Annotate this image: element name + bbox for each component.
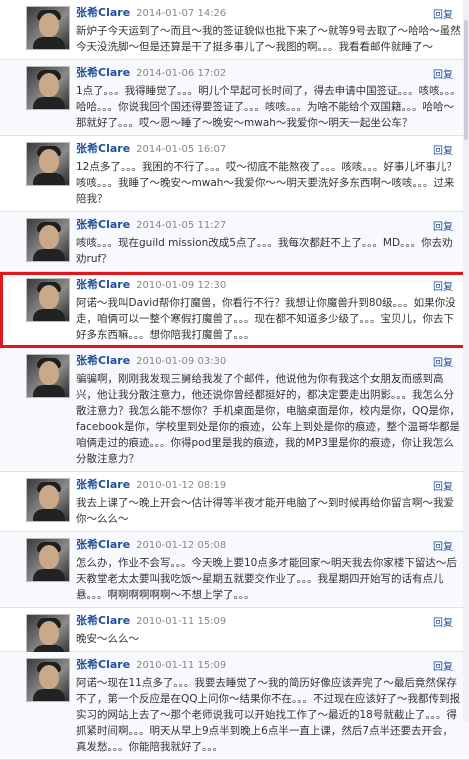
avatar-face xyxy=(39,361,59,385)
author-link[interactable]: 张希Clare xyxy=(76,354,130,367)
avatar-face xyxy=(39,621,59,645)
comment-post: 张希Clare 2010-01-09 03:30 回复骗骗啊，刚刚我发现三舅给我发了… xyxy=(0,348,469,472)
comment-post: 张希Clare 2010-01-12 08:19 回复我去上课了～晚上开会～估计得等… xyxy=(0,472,469,532)
reply-button[interactable]: 回复 xyxy=(433,218,453,233)
author-link[interactable]: 张希Clare xyxy=(76,218,130,231)
reply-button[interactable]: 回复 xyxy=(433,538,453,553)
comment-feed: 张希Clare 2014-01-07 14:26 回复 新炉子今天运到了～而且～我的签… xyxy=(0,0,469,760)
author-link[interactable]: 张希Clare xyxy=(76,658,130,671)
post-content: 我去上课了～晚上开会～估计得等半夜才能开电脑了～到时候再给你留言啊～我爱你～么么… xyxy=(76,497,454,525)
avatar[interactable] xyxy=(26,658,70,702)
avatar-body xyxy=(33,37,65,49)
post-content: 咳咳。。。现在guild mission改成5点了。。。我每次都赶不上了。。。M… xyxy=(76,237,453,265)
avatar[interactable] xyxy=(26,278,70,322)
avatar-body xyxy=(33,385,65,397)
comment-post: 张希Clare 2014-01-05 11:27 回复咳咳。。。现在guild mi… xyxy=(0,212,469,272)
author-link[interactable]: 张希Clare xyxy=(76,538,130,551)
avatar-body xyxy=(33,173,65,185)
avatar-face xyxy=(39,545,59,569)
avatar-body xyxy=(33,569,65,581)
post-content: 骗骗啊，刚刚我发现三舅给我发了个邮件，他说他为你有我这个女朋友而感到高兴，他让我… xyxy=(76,373,461,465)
post-content: 12点多了。。。我困的不行了。。。哎～彻底不能熬夜了。。。咳咳。。。好事儿坏事儿… xyxy=(76,161,457,205)
avatar-body xyxy=(33,249,65,261)
comment-post: 张希Clare 2010-01-11 15:09 回复阿诺～现在11点多了。。。我要… xyxy=(0,652,469,760)
comment-post: 张希Clare 2014-01-06 17:02 回复 1点了。。。我得睡觉了。。。明… xyxy=(0,60,469,136)
post-meta: 张希Clare 2014-01-06 17:02 xyxy=(76,66,461,80)
author-link[interactable]: 张希Clare xyxy=(76,478,130,491)
avatar-face xyxy=(39,13,59,37)
reply-button[interactable]: 回复 xyxy=(433,478,453,493)
timestamp: 2014-01-05 16:07 xyxy=(136,144,227,155)
timestamp: 2010-01-12 05:08 xyxy=(136,540,227,551)
author-link[interactable]: 张希Clare xyxy=(76,614,130,627)
timestamp: 2014-01-06 17:02 xyxy=(136,68,227,79)
author-link[interactable]: 张希Clare xyxy=(76,278,130,291)
avatar-face xyxy=(39,225,59,249)
avatar[interactable] xyxy=(26,6,70,50)
scrollbar[interactable] xyxy=(463,0,469,722)
timestamp: 2014-01-07 14:26 xyxy=(136,8,227,19)
scrollbar-thumb[interactable] xyxy=(464,20,468,140)
post-meta: 张希Clare 2010-01-12 08:19 xyxy=(76,478,461,492)
comment-post: 张希Clare 2010-01-12 05:08 回复怎么办，作业不会写。。。今天晚… xyxy=(0,532,469,608)
avatar-body xyxy=(33,309,65,321)
post-meta: 张希Clare 2014-01-07 14:26 xyxy=(76,6,461,20)
timestamp: 2014-01-05 11:27 xyxy=(136,220,227,231)
author-link[interactable]: 张希Clare xyxy=(76,66,130,79)
post-content: 晚安～么么～ xyxy=(76,633,139,645)
avatar-face xyxy=(39,665,59,689)
reply-button[interactable]: 回复 xyxy=(433,66,453,81)
post-meta: 张希Clare 2010-01-09 12:30 xyxy=(76,278,461,292)
reply-button[interactable]: 回复 xyxy=(433,658,453,673)
avatar-face xyxy=(39,149,59,173)
comment-post: 张希Clare 2014-01-05 16:07 回复 12点多了。。。我困的不行了。… xyxy=(0,136,469,212)
post-content: 新炉子今天运到了～而且～我的签证貌似也批下来了～就等9号去取了～哈哈～虽然今天没… xyxy=(76,25,461,53)
avatar-body xyxy=(33,97,65,109)
avatar[interactable] xyxy=(26,218,70,262)
avatar[interactable] xyxy=(26,354,70,398)
avatar-body xyxy=(33,689,65,701)
author-link[interactable]: 张希Clare xyxy=(76,6,130,19)
post-meta: 张希Clare 2010-01-12 05:08 xyxy=(76,538,461,552)
post-content: 阿诺～现在11点多了。。。我要去睡觉了～我的简历好像应该弄完了～最后竟然保存不了… xyxy=(76,677,461,753)
avatar[interactable] xyxy=(26,478,70,522)
post-meta: 张希Clare 2014-01-05 11:27 xyxy=(76,218,461,232)
post-meta: 张希Clare 2010-01-11 15:09 xyxy=(76,614,461,628)
post-meta: 张希Clare 2014-01-05 16:07 xyxy=(76,142,461,156)
avatar[interactable] xyxy=(26,538,70,582)
author-link[interactable]: 张希Clare xyxy=(76,142,130,155)
reply-button[interactable]: 回复 xyxy=(433,142,453,157)
timestamp: 2010-01-11 15:09 xyxy=(136,660,227,671)
post-meta: 张希Clare 2010-01-09 03:30 xyxy=(76,354,461,368)
post-meta: 张希Clare 2010-01-11 15:09 xyxy=(76,658,461,672)
comment-post: 张希Clare 2010-01-11 15:09 回复晚安～么么～ xyxy=(0,608,469,658)
comment-post: 张希Clare 2014-01-07 14:26 回复新炉子今天运到了～而且～我的签… xyxy=(0,0,469,60)
avatar[interactable] xyxy=(26,142,70,186)
post-content: 1点了。。。我得睡觉了。。。明儿个早起可长时间了，得去申请中国签证。。。咳咳。。… xyxy=(76,85,461,129)
comment-post: 张希Clare 2010-01-09 12:30 回复阿诺～我叫David帮你打魔兽… xyxy=(0,272,469,348)
reply-button[interactable]: 回复 xyxy=(433,6,453,21)
post-content: 怎么办，作业不会写。。。今天晚上要10点多才能回家～明天我去你家楼下留达～后天教… xyxy=(76,557,457,601)
timestamp: 2010-01-09 12:30 xyxy=(136,280,227,291)
reply-button[interactable]: 回复 xyxy=(433,278,453,293)
avatar-face xyxy=(39,485,59,509)
reply-button[interactable]: 回复 xyxy=(433,614,453,629)
avatar-body xyxy=(33,509,65,521)
post-content: 阿诺～我叫David帮你打魔兽，你看行不行？我想让你魔兽升到80级。。。如果你没… xyxy=(76,297,456,341)
reply-button[interactable]: 回复 xyxy=(433,354,453,369)
avatar[interactable] xyxy=(26,66,70,110)
timestamp: 2010-01-11 15:09 xyxy=(136,616,227,627)
timestamp: 2010-01-12 08:19 xyxy=(136,480,227,491)
avatar-face xyxy=(39,73,59,97)
timestamp: 2010-01-09 03:30 xyxy=(136,356,227,367)
avatar-face xyxy=(39,285,59,309)
